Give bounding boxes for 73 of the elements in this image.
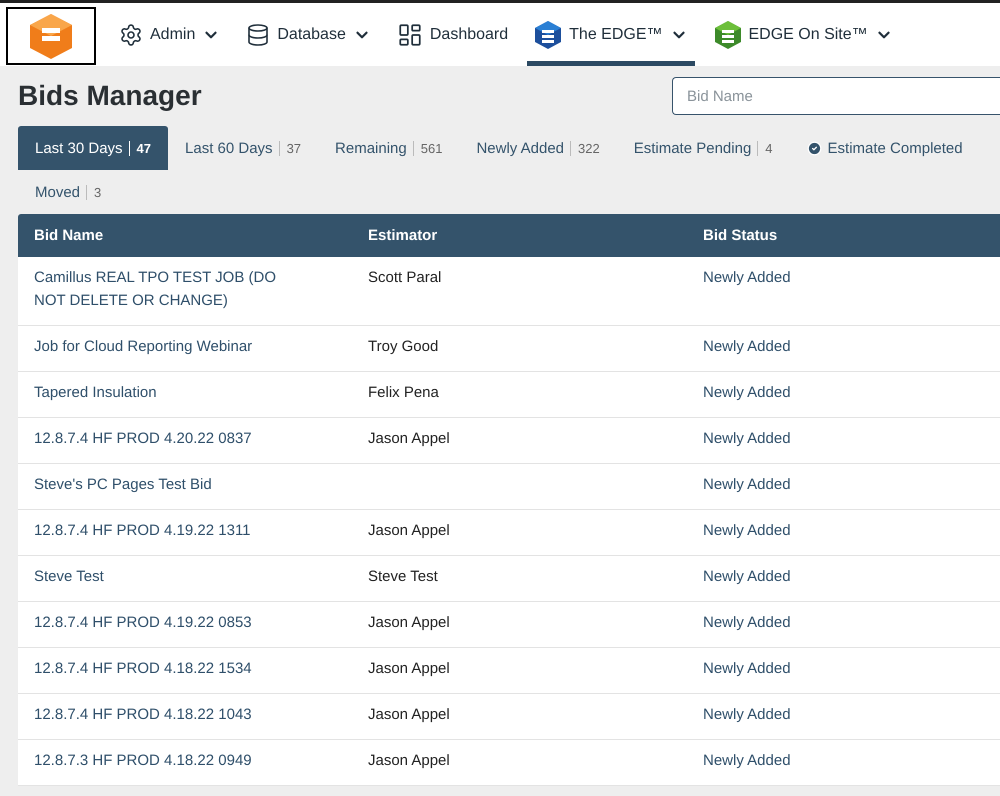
hexagon-logo-icon [534,20,562,50]
table-row[interactable]: Steve's PC Pages Test Bid Newly Added [18,464,1000,510]
table-cell-text: Newly Added [702,613,792,633]
table-cell-text: 12.8.7.4 HF PROD 4.19.22 1311 [33,521,252,541]
table-cell-text: Steve Test [367,567,439,587]
table-cell-text: 12.8.7.4 HF PROD 4.18.22 1534 [33,659,253,679]
filter-tab[interactable]: Last 60 Days 37 [168,126,318,170]
nav-menu-item[interactable]: EDGE On Site™ [706,3,900,66]
tab-count: 47 [128,140,152,156]
table-row[interactable]: Camillus REAL TPO TEST JOB (DO NOT DELETE OR CHANGE) Scott Paral Newly Added [18,257,1000,326]
table-row[interactable]: 12.8.7.3 HF PROD 4.18.22 0949 Jason Appel Newly Added [18,740,1000,786]
table-cell-text: Newly Added [702,567,792,587]
table-cell-text: Newly Added [702,268,792,288]
cube-logo[interactable] [28,12,74,60]
hexagon-logo-icon [714,20,742,50]
tab-count: 3 [86,184,102,200]
table-cell-text: Steve Test [33,567,105,587]
table-cell-text: Newly Added [702,383,792,403]
nav-menu-item[interactable]: Admin [112,3,228,66]
tab-count: 4 [757,140,773,156]
table-row[interactable]: 12.8.7.4 HF PROD 4.19.22 1311 Jason Appel Newly Added [18,510,1000,556]
filter-tab[interactable]: Estimate Completed [790,126,980,170]
gear-icon [119,22,143,46]
table-cell-text: Felix Pena [367,383,440,403]
filter-tab[interactable]: Remaining 561 [318,126,460,170]
table-cell-text: Jason Appel [367,521,451,541]
filter-tab[interactable]: Estimate Pending 4 [616,126,790,170]
table-cell-text: Jason Appel [367,705,451,725]
column-header: Bid Name [33,227,104,244]
dashboard-icon [396,22,423,48]
column-header: Estimator [367,227,438,244]
tab-count: 37 [278,140,302,156]
table-cell-text: 12.8.7.4 HF PROD 4.20.22 0837 [33,429,253,449]
table-row[interactable]: Steve Test Steve Test Newly Added [18,556,1000,602]
tab-count: 561 [412,140,442,156]
check-circle-icon [806,140,822,156]
table-cell-text: 12.8.7.3 HF PROD 4.18.22 0949 [33,751,253,771]
filter-tab[interactable]: Last 30 Days 47 [18,126,168,170]
table-cell-text: Camillus REAL TPO TEST JOB (DO NOT DELETE OR CHANGE) [33,268,277,311]
table-cell-text: Jason Appel [367,613,451,633]
table-row[interactable]: 12.8.7.4 HF PROD 4.20.22 0837 Jason Appel Newly Added [18,418,1000,464]
table-cell-text: Newly Added [702,475,792,495]
nav-menu-item[interactable]: Dashboard [390,3,516,66]
table-cell-text: Jason Appel [367,751,451,771]
table-row[interactable]: 12.8.7.4 HF PROD 4.18.22 1043 Jason Appel Newly Added [18,694,1000,740]
filter-tab[interactable]: Newly Added 322 [459,126,617,170]
table-cell-text: Job for Cloud Reporting Webinar [33,337,254,357]
table-row[interactable]: 12.8.7.4 HF PROD 4.19.22 0853 Jason Appel Newly Added [18,602,1000,648]
table-cell-text: Scott Paral [367,268,442,288]
table-cell-text: 12.8.7.4 HF PROD 4.18.22 1043 [33,705,253,725]
table-cell-text: Newly Added [702,429,792,449]
table-cell-text: Tapered Insulation [33,383,158,403]
table-cell-text: Jason Appel [367,659,451,679]
table-row[interactable]: Tapered Insulation Felix Pena Newly Added [18,372,1000,418]
nav-menu-item[interactable]: The EDGE™ [527,3,694,66]
page-title: Bids Manager [18,80,202,112]
tab-count: 322 [570,140,600,156]
filter-tab[interactable]: Moved 3 [18,170,118,214]
database-icon [246,22,270,46]
table-cell-text: Newly Added [702,751,792,771]
nav-menu-item[interactable]: Database [239,3,378,66]
table-cell-text: Jason Appel [367,429,451,449]
table-cell-text: Newly Added [702,659,792,679]
table-cell-text: Troy Good [367,337,440,357]
table-cell-text: 12.8.7.4 HF PROD 4.19.22 0853 [33,613,253,633]
column-header: Bid Status [702,227,778,244]
table-cell-text: Newly Added [702,521,792,541]
table-row[interactable]: Job for Cloud Reporting Webinar Troy Good Newly Added [18,326,1000,372]
table-row[interactable]: 12.8.7.4 HF PROD 4.18.22 1534 Jason Appel Newly Added [18,648,1000,694]
table-cell-text: Newly Added [702,705,792,725]
search-field[interactable]: Bid Name [672,77,1000,115]
table-cell-text: Steve's PC Pages Test Bid [33,475,213,495]
table-cell-text: Newly Added [702,337,792,357]
